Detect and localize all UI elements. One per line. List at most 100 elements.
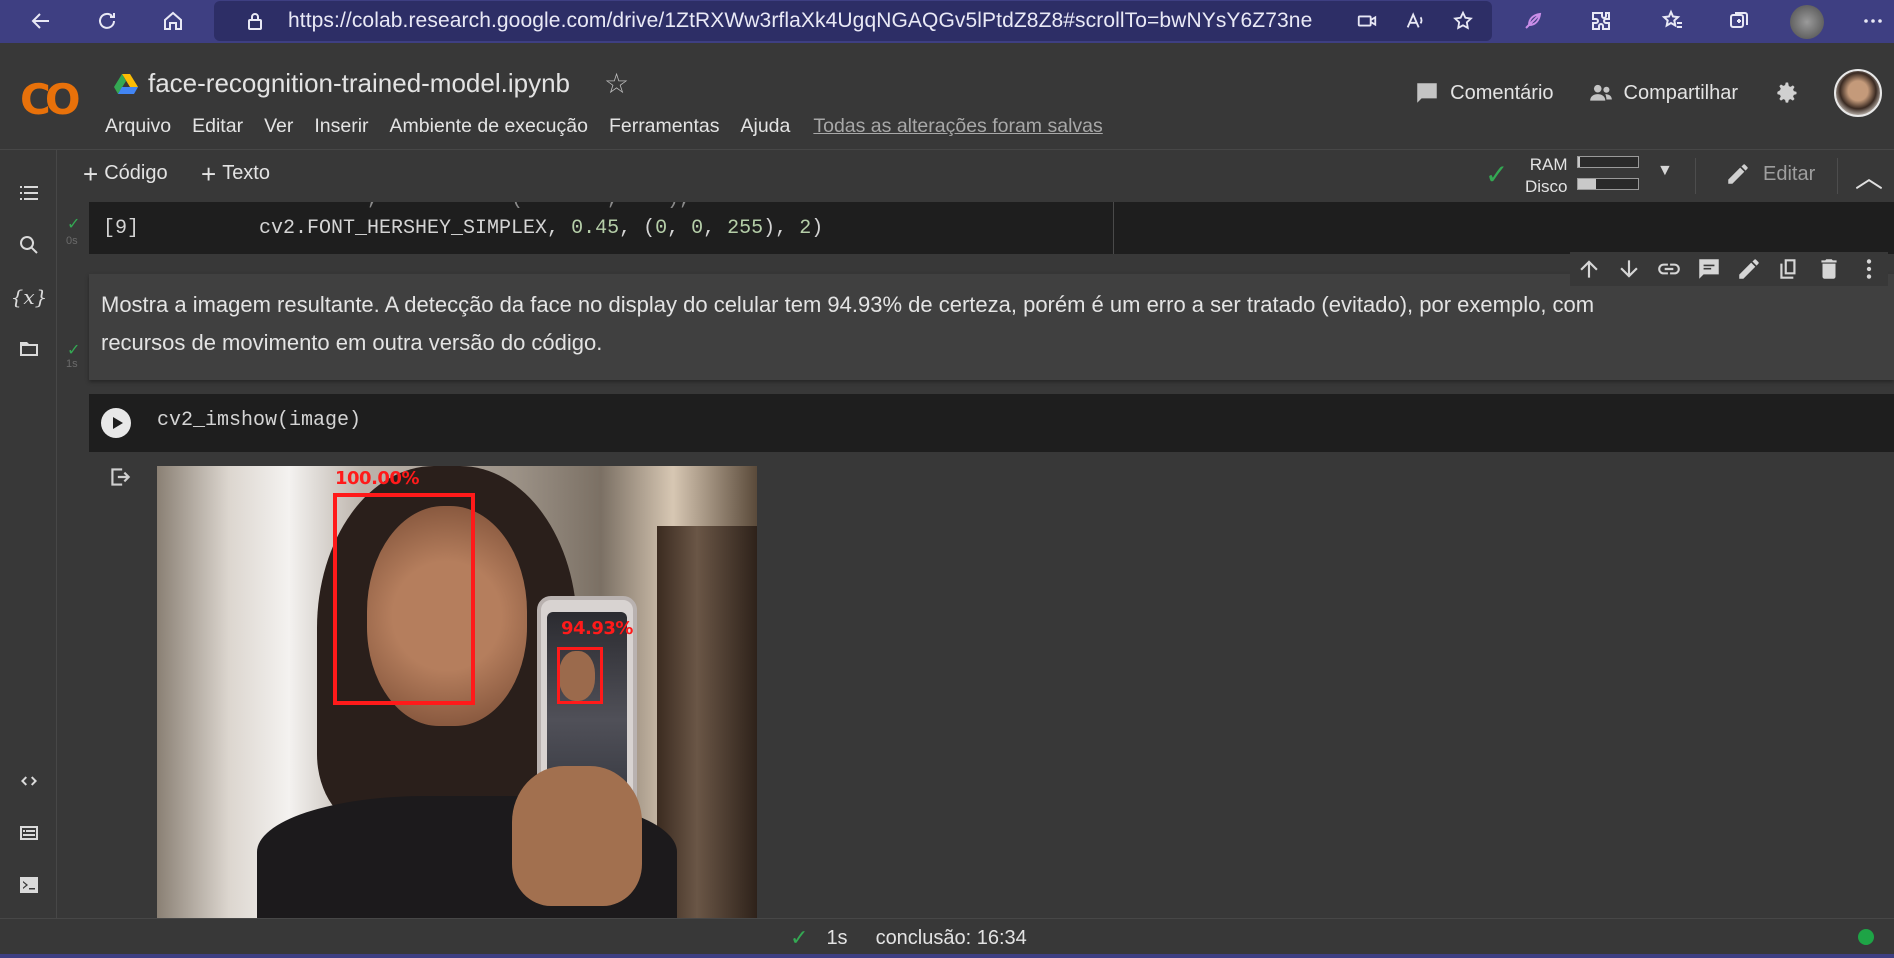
pencil-icon <box>1728 164 1748 184</box>
add-text-label: Texto <box>222 162 270 184</box>
divider <box>1695 158 1696 194</box>
phone-face-confidence-label: 94.93% <box>561 618 633 639</box>
colab-header: CO face-recognition-trained-model.ipynb … <box>0 47 1894 150</box>
extensions-icon[interactable] <box>1580 0 1622 42</box>
output-image: 100.00% 94.93% <box>157 466 757 918</box>
comment-icon <box>1417 83 1437 103</box>
user-avatar[interactable] <box>1834 69 1882 117</box>
table-of-contents-icon[interactable] <box>14 178 44 208</box>
add-text-button[interactable]: + Texto <box>201 158 270 189</box>
menu-editar[interactable]: Editar <box>192 115 243 138</box>
favorites-icon[interactable] <box>1652 0 1694 42</box>
address-bar[interactable]: https://colab.research.google.com/drive/… <box>214 1 1492 41</box>
add-code-label: Código <box>104 162 168 184</box>
exec-time: 0s <box>66 235 78 247</box>
folder-icon[interactable] <box>14 334 44 364</box>
saved-status-link[interactable]: Todas as alterações foram salvas <box>813 115 1102 138</box>
more-icon[interactable] <box>1852 0 1894 42</box>
back-icon[interactable] <box>20 0 62 42</box>
menu-bar: Arquivo Editar Ver Inserir Ambiente de e… <box>105 115 1103 138</box>
notebook-toolbar: + Código + Texto ✓ RAM Disco ▼ Editar ︿ <box>57 150 1894 202</box>
people-icon <box>1589 84 1612 101</box>
edit-label: Editar <box>1763 162 1816 185</box>
terminal-icon[interactable] <box>14 870 44 900</box>
share-button[interactable]: Compartilhar <box>1588 80 1738 106</box>
exec-success-icon: ✓ <box>67 216 81 233</box>
disk-label: Disco <box>1525 177 1568 196</box>
lock-icon[interactable] <box>234 0 276 42</box>
camera-icon[interactable] <box>1346 0 1388 42</box>
comment-icon[interactable] <box>1696 256 1722 282</box>
menu-arquivo[interactable]: Arquivo <box>105 115 171 138</box>
code-cell[interactable]: [9] , ( , ), cv2.FONT_HERSHEY_SIMPLEX, 0… <box>89 202 1894 254</box>
menu-ver[interactable]: Ver <box>264 115 293 138</box>
command-palette-icon[interactable] <box>14 818 44 848</box>
notebook-title: face-recognition-trained-model.ipynb ☆ <box>114 67 629 100</box>
output-actions-icon[interactable] <box>107 464 133 490</box>
comment-label: Comentário <box>1450 81 1554 104</box>
text-cell[interactable]: Mostra a imagem resultante. A detecção d… <box>89 274 1894 380</box>
colab-logo[interactable]: CO <box>20 75 80 124</box>
collapse-icon[interactable]: ︿ <box>1855 156 1883 196</box>
code-line: cv2.FONT_HERSHEY_SIMPLEX, 0.45, (0, 0, 2… <box>259 217 824 240</box>
delete-icon[interactable] <box>1816 256 1842 282</box>
status-completion: conclusão: 16:34 <box>875 926 1027 949</box>
profile-avatar[interactable] <box>1790 5 1824 39</box>
code-cell[interactable]: cv2_imshow(image) <box>89 394 1894 452</box>
move-down-icon[interactable] <box>1616 256 1642 282</box>
star-icon[interactable]: ☆ <box>604 67 629 100</box>
variables-icon[interactable]: {x} <box>11 282 48 312</box>
notebook-area: ✓ 0s [9] , ( , ), cv2.FONT_HERSHEY_SIMPL… <box>57 202 1894 918</box>
left-sidebar: {x} <box>0 150 57 918</box>
plus-icon: + <box>83 158 99 189</box>
mirror-cell-icon[interactable] <box>1776 256 1802 282</box>
reload-icon[interactable] <box>86 0 128 42</box>
disk-meter <box>1577 178 1639 190</box>
link-icon[interactable] <box>1656 256 1682 282</box>
share-label: Compartilhar <box>1623 81 1738 104</box>
exec-success-icon: ✓ <box>67 342 81 359</box>
menu-ferramentas[interactable]: Ferramentas <box>609 115 720 138</box>
exec-count: [9] <box>103 217 140 240</box>
browser-toolbar: https://colab.research.google.com/drive/… <box>0 0 1894 43</box>
google-drive-icon <box>114 73 138 94</box>
move-up-icon[interactable] <box>1576 256 1602 282</box>
divider <box>1113 202 1114 254</box>
ram-meter <box>1577 156 1639 168</box>
menu-inserir[interactable]: Inserir <box>314 115 368 138</box>
home-icon[interactable] <box>152 0 194 42</box>
resource-monitor[interactable]: RAM Disco <box>1525 154 1568 198</box>
face-confidence-label: 100.00% <box>335 468 420 489</box>
code-line-partial: , ( , ), <box>259 202 691 211</box>
chevron-down-icon[interactable]: ▼ <box>1657 162 1673 180</box>
status-check-icon: ✓ <box>790 925 809 950</box>
menu-ambiente[interactable]: Ambiente de execução <box>390 115 588 138</box>
window-bottom-strip <box>0 954 1894 958</box>
add-favorite-icon[interactable] <box>1442 0 1484 42</box>
search-icon[interactable] <box>14 230 44 260</box>
ram-label: RAM <box>1529 155 1568 174</box>
status-bar: ✓ 1s conclusão: 16:34 <box>0 918 1894 954</box>
connection-status-dot[interactable] <box>1858 929 1874 945</box>
add-code-button[interactable]: + Código <box>83 158 168 189</box>
menu-ajuda[interactable]: Ajuda <box>740 115 790 138</box>
code-snippets-icon[interactable] <box>14 766 44 796</box>
collections-icon[interactable] <box>1718 0 1760 42</box>
url-text[interactable]: https://colab.research.google.com/drive/… <box>288 9 1312 33</box>
connected-check-icon: ✓ <box>1485 159 1509 190</box>
divider <box>1837 158 1838 194</box>
read-aloud-icon[interactable] <box>1394 0 1436 42</box>
feather-icon[interactable] <box>1512 0 1554 42</box>
status-duration: 1s <box>826 926 848 949</box>
more-vert-icon[interactable] <box>1856 256 1882 282</box>
code-line: cv2_imshow(image) <box>157 409 362 432</box>
run-cell-button[interactable] <box>101 408 131 438</box>
plus-icon: + <box>201 158 217 189</box>
edit-button[interactable]: Editar <box>1725 161 1815 187</box>
face-bounding-box <box>333 493 475 705</box>
pencil-icon[interactable] <box>1736 256 1762 282</box>
comment-button[interactable]: Comentário <box>1414 80 1554 106</box>
gear-icon[interactable] <box>1772 79 1800 107</box>
notebook-name[interactable]: face-recognition-trained-model.ipynb <box>148 68 570 99</box>
cell-toolbar <box>1570 252 1888 286</box>
